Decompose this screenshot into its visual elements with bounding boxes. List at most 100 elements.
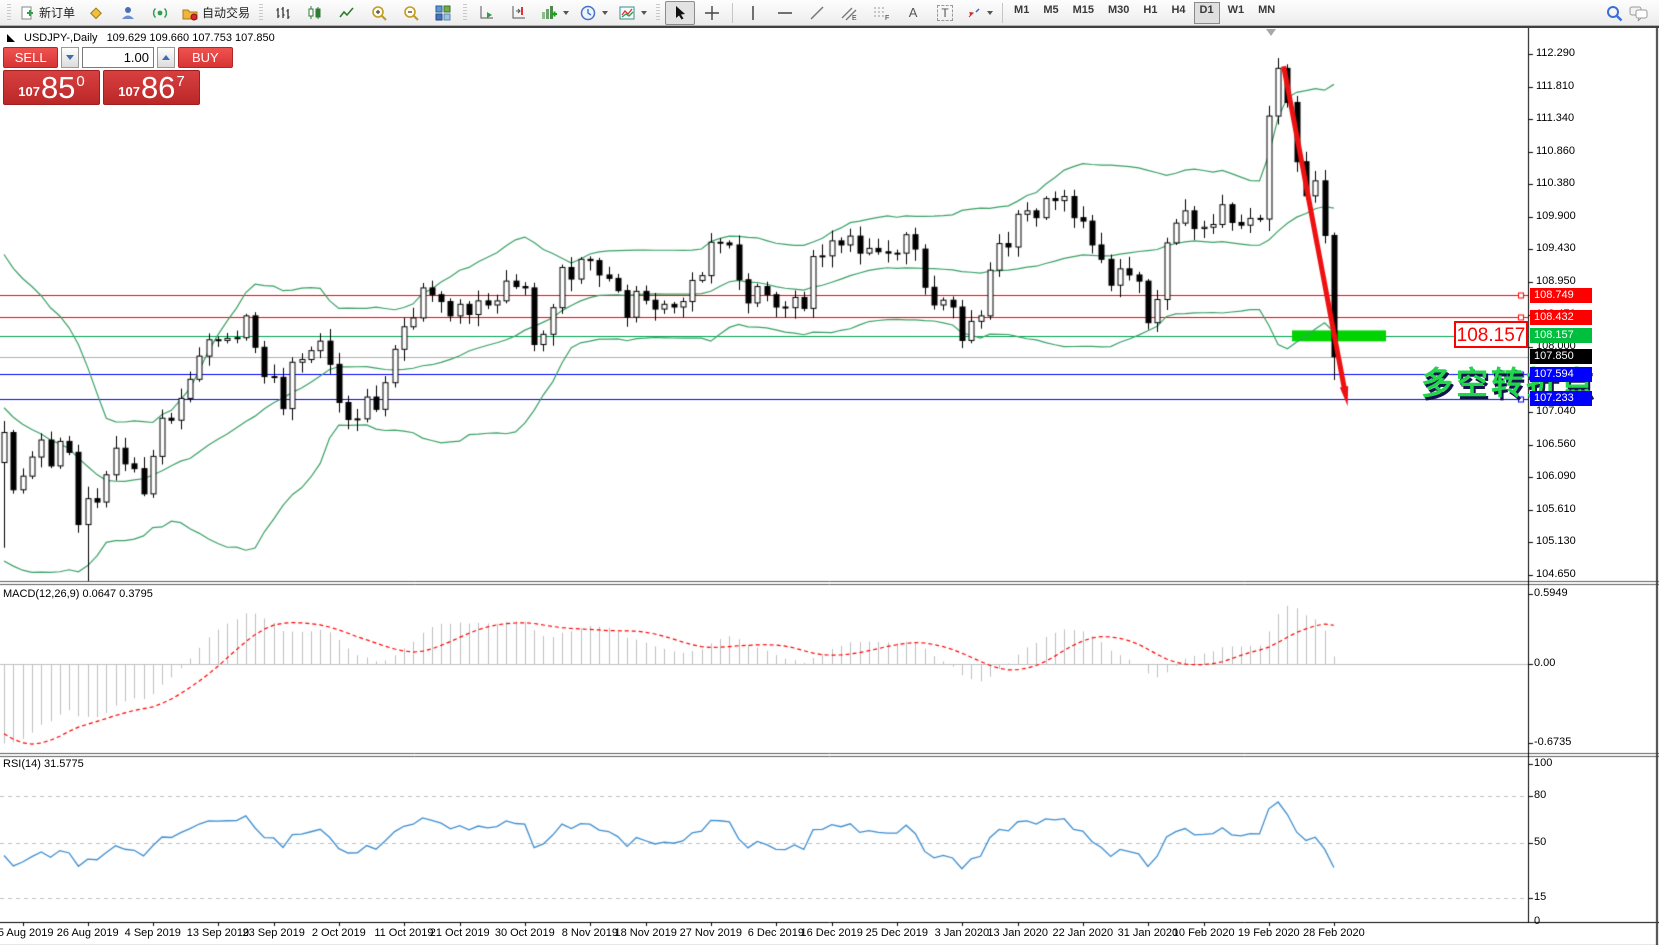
volume-input[interactable] — [82, 47, 154, 68]
timeframe-M30[interactable]: M30 — [1102, 2, 1135, 24]
date-axis-label: 18 Nov 2019 — [614, 927, 676, 939]
caret-icon — [602, 11, 608, 15]
cursor-tool[interactable] — [665, 1, 695, 25]
new-chart-dropdown[interactable] — [536, 1, 573, 25]
date-axis-label: 13 Jan 2020 — [987, 927, 1048, 939]
crosshair-tool[interactable] — [697, 1, 727, 25]
macd-indicator-label: MACD(12,26,9) 0.0647 0.3795 — [3, 588, 153, 600]
chart-shift-icon[interactable] — [504, 1, 534, 25]
main-toolbar: 新订单 自动交易 E F A T M1M5M15M30H1H4D1W1MN — [0, 0, 1659, 26]
candlestick-chart-icon[interactable] — [300, 1, 330, 25]
chart-ohlc-readout: 109.629 109.660 107.753 107.850 — [107, 32, 275, 44]
date-axis-label: 25 Dec 2019 — [866, 927, 928, 939]
macd-axis-tick: 0.00 — [1534, 657, 1555, 669]
buy-button[interactable]: BUY — [178, 47, 233, 68]
tile-windows-icon[interactable] — [428, 1, 458, 25]
date-axis-label: 22 Jan 2020 — [1053, 927, 1114, 939]
toolbar-grip — [259, 4, 263, 22]
toolbar-separator — [1002, 3, 1003, 23]
price-axis-tick: 108.950 — [1536, 275, 1576, 287]
arrow-up-icon — [162, 55, 170, 60]
price-axis-tick: 106.090 — [1536, 470, 1576, 482]
fibonacci-tool[interactable]: F — [866, 1, 896, 25]
auto-trading-button[interactable]: 自动交易 — [177, 1, 254, 25]
chart-shift-marker[interactable] — [1266, 29, 1276, 36]
level-price-badge: 108.432 — [1530, 310, 1592, 325]
date-axis-label: 6 Dec 2019 — [748, 927, 804, 939]
macd-axis-tick: 0.5949 — [1534, 587, 1568, 599]
caret-icon — [987, 11, 993, 15]
arrows-dropdown[interactable] — [962, 1, 997, 25]
timeframe-H1[interactable]: H1 — [1137, 2, 1163, 24]
text-label-tool[interactable]: T — [930, 1, 960, 25]
equidistant-channel-tool[interactable]: E — [834, 1, 864, 25]
date-axis-label: 13 Sep 2019 — [187, 927, 249, 939]
timeframe-MN[interactable]: MN — [1252, 2, 1281, 24]
rsi-indicator-label: RSI(14) 31.5775 — [3, 758, 84, 770]
price-axis-tick: 107.040 — [1536, 405, 1576, 417]
date-axis-label: 2 Oct 2019 — [312, 927, 366, 939]
diamond-icon[interactable] — [81, 1, 111, 25]
date-axis-label: 26 Aug 2019 — [57, 927, 119, 939]
period-clock-dropdown[interactable] — [575, 1, 612, 25]
date-axis-label: 19 Feb 2020 — [1238, 927, 1300, 939]
text-tool[interactable]: A — [898, 1, 928, 25]
price-axis-tick: 105.130 — [1536, 535, 1576, 547]
toolbar-grip — [656, 4, 660, 22]
date-axis-label: 10 Feb 2020 — [1173, 927, 1235, 939]
zoom-in-icon[interactable] — [364, 1, 394, 25]
chart-canvas[interactable] — [0, 28, 1659, 945]
buy-price-panel[interactable]: 107 86 7 — [103, 70, 200, 105]
timeframe-M5[interactable]: M5 — [1037, 2, 1064, 24]
line-chart-icon[interactable] — [332, 1, 362, 25]
price-axis-tick: 105.610 — [1536, 503, 1576, 515]
price-axis-tick: 106.560 — [1536, 438, 1576, 450]
timeframe-W1[interactable]: W1 — [1222, 2, 1251, 24]
date-axis-label: 4 Sep 2019 — [125, 927, 181, 939]
new-order-button[interactable]: 新订单 — [16, 1, 79, 25]
horizontal-line-tool[interactable] — [770, 1, 800, 25]
new-order-icon — [20, 5, 36, 21]
price-axis-tick: 111.810 — [1536, 80, 1574, 92]
auto-scroll-icon[interactable] — [472, 1, 502, 25]
sell-button[interactable]: SELL — [3, 47, 58, 68]
rsi-axis-tick: 80 — [1534, 789, 1546, 801]
sell-price-panel[interactable]: 107 85 0 — [3, 70, 100, 105]
buy-price-prefix: 107 — [118, 84, 140, 99]
price-axis-tick: 109.900 — [1536, 210, 1576, 222]
caret-icon — [563, 11, 569, 15]
vertical-line-tool[interactable] — [738, 1, 768, 25]
date-axis-label: 21 Oct 2019 — [430, 927, 490, 939]
arrow-down-icon — [66, 55, 74, 60]
trader-icon[interactable] — [113, 1, 143, 25]
zoom-out-icon[interactable] — [396, 1, 426, 25]
chart-title-row: USDJPY-,Daily 109.629 109.660 107.753 10… — [7, 32, 275, 44]
date-axis-label: 30 Oct 2019 — [495, 927, 555, 939]
volume-increase-button[interactable] — [157, 47, 175, 68]
auto-trading-icon — [181, 5, 199, 21]
date-axis-label: 3 Jan 2020 — [935, 927, 989, 939]
volume-decrease-button[interactable] — [61, 47, 79, 68]
timeframe-M1[interactable]: M1 — [1008, 2, 1035, 24]
timeframe-M15[interactable]: M15 — [1067, 2, 1100, 24]
rsi-axis-tick: 0 — [1534, 915, 1540, 927]
date-axis-label: 15 Aug 2019 — [0, 927, 53, 939]
toolbar-separator — [732, 3, 733, 23]
timeframe-D1[interactable]: D1 — [1194, 2, 1220, 24]
date-axis-label: 16 Dec 2019 — [800, 927, 862, 939]
trendline-tool[interactable] — [802, 1, 832, 25]
broadcast-icon[interactable] — [145, 1, 175, 25]
chat-icon[interactable] — [1629, 4, 1649, 22]
price-axis-tick: 104.650 — [1536, 568, 1576, 580]
search-icon[interactable] — [1605, 4, 1623, 22]
price-axis-tick: 111.340 — [1536, 112, 1574, 124]
timeframe-H4[interactable]: H4 — [1165, 2, 1191, 24]
buy-price-big: 86 — [141, 73, 175, 103]
bar-chart-icon[interactable] — [268, 1, 298, 25]
chart-symbol-title: USDJPY-,Daily — [24, 32, 98, 44]
price-callout-label[interactable]: 108.157 — [1454, 321, 1528, 348]
template-dropdown[interactable] — [614, 1, 651, 25]
level-price-badge: 108.749 — [1530, 288, 1592, 303]
price-axis-tick: 109.430 — [1536, 242, 1576, 254]
new-order-label: 新订单 — [39, 4, 75, 21]
